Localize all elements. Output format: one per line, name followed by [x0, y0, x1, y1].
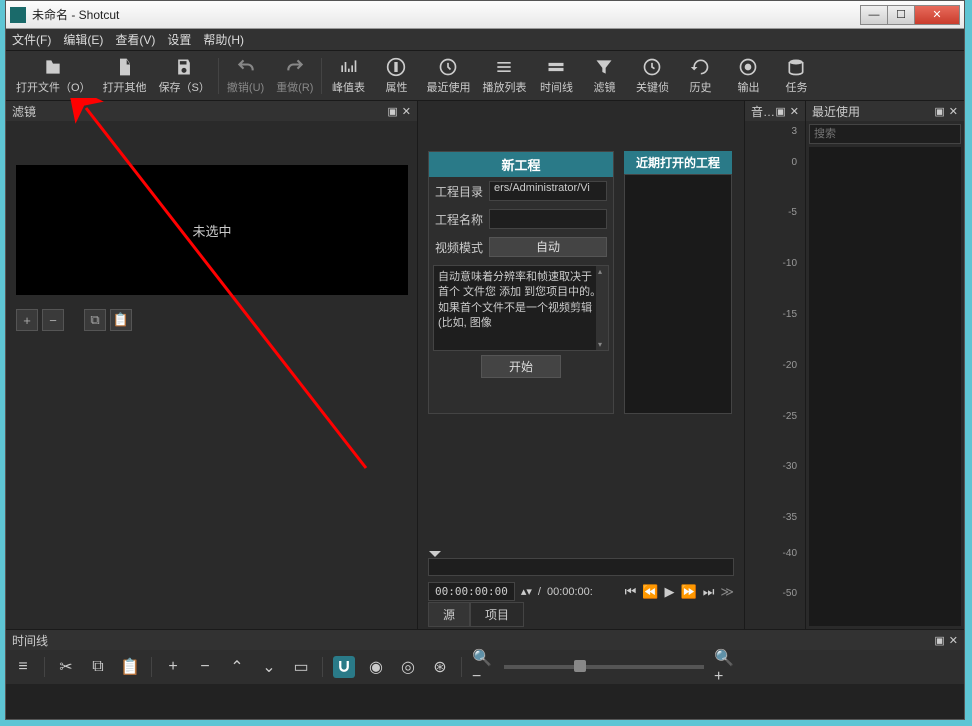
timeline-panel: 时间线▣ ✕ ≡ ✂ ⧉ 📋 + − ⌃ ⌄ ▭ ◉ ◎ ⊛ 🔍− 🔍+: [6, 629, 964, 719]
playlist-button[interactable]: 播放列表: [476, 54, 532, 98]
remove-icon[interactable]: −: [194, 656, 216, 678]
filters-title: 滤镜: [12, 103, 36, 120]
recent-search-input[interactable]: [809, 124, 961, 144]
menu-settings[interactable]: 设置: [167, 31, 191, 48]
close-panel-icon[interactable]: ✕: [949, 105, 958, 118]
open-other-button[interactable]: 打开其他: [97, 54, 153, 98]
minimize-button[interactable]: —: [860, 5, 888, 25]
zoom-in-icon[interactable]: 🔍+: [714, 656, 736, 678]
menu-icon[interactable]: ≡: [12, 656, 34, 678]
filters-panel: 滤镜 ▣ ✕ 未选中 + − ⧉ 📋: [6, 101, 418, 629]
app-icon: [10, 7, 26, 23]
filters-button[interactable]: 滤镜: [580, 54, 628, 98]
ripple-icon[interactable]: ◎: [397, 656, 419, 678]
maximize-button[interactable]: ☐: [887, 5, 915, 25]
undock-icon[interactable]: ▣: [775, 105, 785, 118]
time-stepper[interactable]: ▴▾: [521, 585, 532, 598]
timeline-toolbar: ≡ ✂ ⧉ 📋 + − ⌃ ⌄ ▭ ◉ ◎ ⊛ 🔍− 🔍+: [6, 650, 964, 684]
zoom-slider[interactable]: [504, 665, 704, 669]
project-description: 自动意味着分辨率和帧速取决于 首个 文件您 添加 到您项目中的。如果首个文件不是…: [433, 265, 609, 351]
export-button[interactable]: 输出: [724, 54, 772, 98]
app-window: 未命名 - Shotcut — ☐ ✕ 文件(F) 编辑(E) 查看(V) 设置…: [5, 0, 965, 720]
overwrite-icon[interactable]: ▭: [290, 656, 312, 678]
history-button[interactable]: 历史: [676, 54, 724, 98]
recent-button[interactable]: 最近使用: [420, 54, 476, 98]
recent-projects-panel: 近期打开的工程: [624, 151, 732, 414]
keyframes-button[interactable]: 关键侦: [628, 54, 676, 98]
zoom-out-icon[interactable]: 🔍−: [472, 656, 494, 678]
recent-panel: 最近使用▣✕: [805, 101, 964, 629]
paste-filter-button[interactable]: 📋: [110, 309, 132, 331]
undock-icon[interactable]: ▣: [934, 634, 944, 647]
recent-list[interactable]: [809, 147, 961, 626]
paste-icon[interactable]: 📋: [119, 656, 141, 678]
tab-source[interactable]: 源: [428, 602, 470, 627]
tab-project[interactable]: 项目: [470, 602, 524, 627]
close-panel-icon[interactable]: ✕: [949, 634, 958, 647]
insert-icon[interactable]: ⌄: [258, 656, 280, 678]
copy-filter-button[interactable]: ⧉: [84, 309, 106, 331]
open-file-button[interactable]: 打开文件（O）: [10, 54, 97, 98]
more-button[interactable]: ≫: [720, 584, 734, 600]
main-toolbar: 打开文件（O） 打开其他 保存（S） 撤销(U) 重做(R) 峰值表 属性 最近…: [6, 51, 964, 101]
filter-preview: 未选中: [16, 165, 408, 295]
save-button[interactable]: 保存（S）: [153, 54, 216, 98]
redo-button[interactable]: 重做(R): [270, 54, 319, 98]
play-button[interactable]: ▶: [665, 584, 675, 600]
project-dir-input[interactable]: ers/Administrator/Vi: [489, 181, 607, 201]
menu-file[interactable]: 文件(F): [12, 31, 51, 48]
playback-controls: 00:00:00:00 ▴▾ / 00:00:00: ⏮ ⏪ ▶ ⏩ ⏭ ≫: [428, 558, 734, 601]
new-project-header: 新工程: [429, 152, 613, 177]
total-time: 00:00:00:: [547, 586, 593, 598]
main-area: 滤镜 ▣ ✕ 未选中 + − ⧉ 📋 新工程 工程目录ers/Administra…: [6, 101, 964, 629]
audio-scale: 3 0 -5 -10 -15 -20 -25 -30 -35 -40 -50: [745, 121, 805, 629]
menu-help[interactable]: 帮助(H): [203, 31, 244, 48]
forward-button[interactable]: ⏩: [681, 584, 697, 600]
append-icon[interactable]: +: [162, 656, 184, 678]
properties-button[interactable]: 属性: [372, 54, 420, 98]
remove-filter-button[interactable]: −: [42, 309, 64, 331]
jobs-button[interactable]: 任务: [772, 54, 820, 98]
current-time[interactable]: 00:00:00:00: [428, 582, 515, 601]
close-panel-icon[interactable]: ✕: [402, 105, 411, 118]
scrub-icon[interactable]: ◉: [365, 656, 387, 678]
peak-meter-button[interactable]: 峰值表: [324, 54, 372, 98]
cut-icon[interactable]: ✂: [55, 656, 77, 678]
undo-button[interactable]: 撤销(U): [221, 54, 270, 98]
audio-meter-panel: 音…▣✕ 3 0 -5 -10 -15 -20 -25 -30 -35 -40 …: [744, 101, 805, 629]
titlebar: 未命名 - Shotcut — ☐ ✕: [6, 1, 964, 29]
close-button[interactable]: ✕: [914, 5, 960, 25]
project-name-input[interactable]: [489, 209, 607, 229]
snap-icon[interactable]: [333, 656, 355, 678]
menubar: 文件(F) 编辑(E) 查看(V) 设置 帮助(H): [6, 29, 964, 51]
seek-track[interactable]: [428, 558, 734, 576]
start-button[interactable]: 开始: [481, 355, 561, 378]
rewind-button[interactable]: ⏪: [642, 584, 658, 600]
undock-icon[interactable]: ▣: [387, 105, 397, 118]
menu-edit[interactable]: 编辑(E): [63, 31, 103, 48]
window-title: 未命名 - Shotcut: [32, 6, 119, 23]
video-mode-select[interactable]: 自动: [489, 237, 607, 257]
copy-icon[interactable]: ⧉: [87, 656, 109, 678]
menu-view[interactable]: 查看(V): [115, 31, 155, 48]
skip-prev-button[interactable]: ⏮: [625, 584, 637, 600]
ripple-all-icon[interactable]: ⊛: [429, 656, 451, 678]
timeline-button[interactable]: 时间线: [532, 54, 580, 98]
skip-next-button[interactable]: ⏭: [703, 584, 715, 600]
add-filter-button[interactable]: +: [16, 309, 38, 331]
scrollbar[interactable]: [596, 266, 608, 350]
center-panel: 新工程 工程目录ers/Administrator/Vi 工程名称 视频模式自动…: [418, 101, 744, 629]
close-panel-icon[interactable]: ✕: [790, 105, 799, 118]
lift-icon[interactable]: ⌃: [226, 656, 248, 678]
undock-icon[interactable]: ▣: [934, 105, 944, 118]
new-project-panel: 新工程 工程目录ers/Administrator/Vi 工程名称 视频模式自动…: [428, 151, 614, 414]
timeline-tracks[interactable]: [6, 684, 964, 719]
recent-projects-header: 近期打开的工程: [624, 151, 732, 174]
recent-projects-list[interactable]: [624, 174, 732, 414]
